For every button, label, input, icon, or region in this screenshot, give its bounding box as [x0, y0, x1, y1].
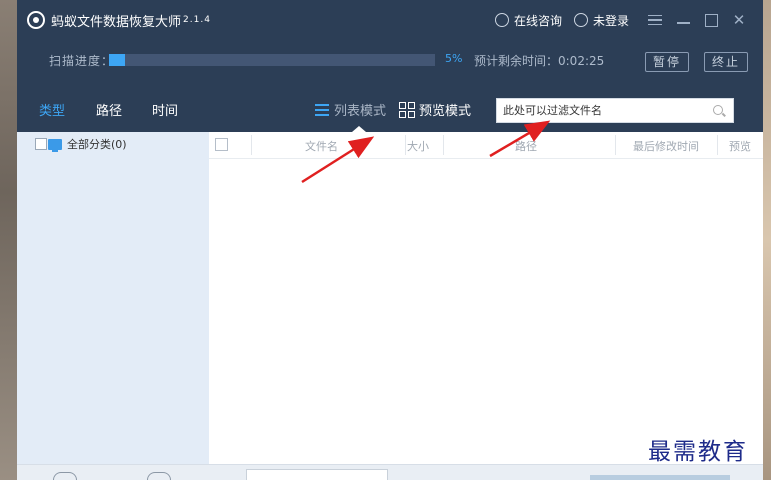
category-all[interactable]: 全部分类(0): [35, 136, 127, 152]
pause-button[interactable]: 暂停: [645, 52, 690, 72]
minimize-button[interactable]: [669, 10, 697, 30]
tab-time[interactable]: 时间: [152, 100, 178, 119]
table-header: 文件名 大小 路径 最后修改时间 预览: [209, 132, 763, 159]
remaining-time: 预计剩余时间：0:02:25: [474, 54, 605, 68]
category-sidebar: 全部分类(0): [17, 132, 209, 464]
col-preview[interactable]: 预览: [729, 138, 751, 154]
close-button[interactable]: ✕: [725, 10, 753, 30]
preview-mode-label: 预览模式: [419, 104, 472, 119]
desktop-background: [763, 0, 771, 480]
chat-icon[interactable]: [494, 13, 509, 27]
progress-bar: [109, 54, 435, 66]
progress-percent: 5%: [445, 52, 463, 65]
maximize-icon: [704, 13, 718, 27]
title-bar: 蚂蚁文件数据恢复大师 2.1.4 在线咨询 未登录 ✕: [17, 0, 763, 40]
progress-label: 扫描进度：: [49, 53, 115, 68]
search-icon[interactable]: [713, 105, 723, 115]
list-icon: [315, 103, 329, 116]
bottom-tool-icon[interactable]: [147, 472, 171, 480]
app-title: 蚂蚁文件数据恢复大师: [51, 14, 182, 30]
login-link[interactable]: 未登录: [593, 12, 629, 29]
tab-path[interactable]: 路径: [96, 100, 122, 119]
filename-filter-input[interactable]: [497, 99, 703, 122]
bottom-bar: [17, 464, 763, 480]
title-actions: 在线咨询 未登录 ✕: [494, 0, 753, 40]
list-mode-button[interactable]: 列表模式: [315, 100, 386, 119]
close-icon: ✕: [732, 11, 746, 29]
select-all-checkbox[interactable]: [215, 138, 228, 151]
minimize-icon: [676, 22, 690, 24]
col-path[interactable]: 路径: [515, 138, 537, 154]
tab-type[interactable]: 类型: [39, 100, 65, 119]
category-all-checkbox[interactable]: [35, 138, 47, 150]
category-all-label: 全部分类(0): [67, 138, 127, 151]
watermark-text: 最需教育: [648, 439, 748, 465]
grid-icon: [399, 101, 415, 118]
col-size[interactable]: 大小: [407, 138, 429, 154]
online-consult-link[interactable]: 在线咨询: [514, 12, 562, 29]
scan-progress-row: 扫描进度： 5% 预计剩余时间：0:02:25 暂停 终止: [17, 40, 763, 80]
col-filename[interactable]: 文件名: [305, 138, 338, 154]
stop-button[interactable]: 终止: [704, 52, 749, 72]
app-version: 2.1.4: [183, 15, 211, 25]
view-toolbar: 类型 路径 时间 列表模式 预览模式: [17, 80, 763, 132]
bottom-tool-icon[interactable]: [53, 472, 77, 480]
list-mode-label: 列表模式: [334, 104, 387, 119]
user-icon[interactable]: [573, 13, 588, 27]
filename-filter: [496, 98, 734, 123]
col-modified[interactable]: 最后修改时间: [633, 138, 699, 154]
bottom-path-input[interactable]: [246, 469, 388, 480]
menu-icon: [648, 15, 662, 25]
menu-button[interactable]: [641, 10, 669, 30]
bottom-action-button[interactable]: [590, 475, 730, 480]
maximize-button[interactable]: [697, 10, 725, 30]
progress-fill: [109, 54, 126, 66]
app-window: 蚂蚁文件数据恢复大师 2.1.4 在线咨询 未登录 ✕ 扫描进度： 5% 预计剩…: [17, 0, 763, 480]
monitor-icon: [48, 138, 62, 152]
file-table: 文件名 大小 路径 最后修改时间 预览: [209, 132, 763, 464]
preview-mode-button[interactable]: 预览模式: [399, 100, 471, 119]
app-logo-icon: [27, 11, 45, 29]
